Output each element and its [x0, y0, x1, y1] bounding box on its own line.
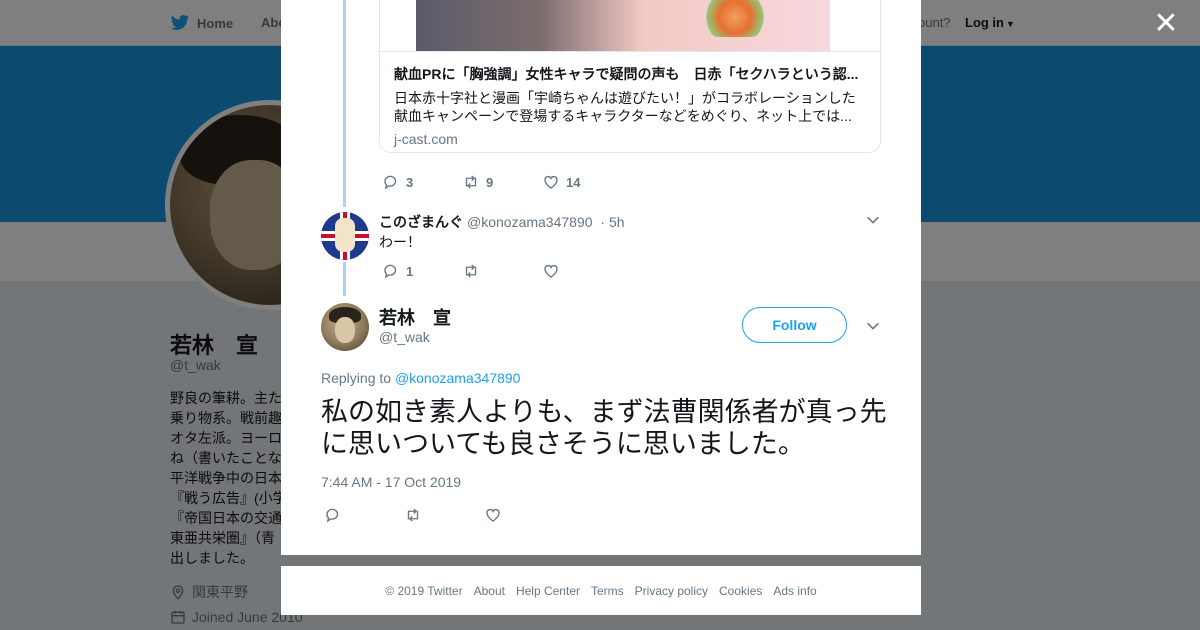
like-button[interactable]	[542, 262, 622, 280]
reply-text: わー！	[379, 234, 421, 250]
footer-links: © 2019 Twitter About Help Center Terms P…	[281, 566, 921, 615]
retweet-button[interactable]: 9	[462, 173, 542, 191]
reply-avatar[interactable]	[321, 212, 369, 260]
main-tweet-author-handle[interactable]: @t_wak	[379, 329, 430, 345]
main-tweet-author-name[interactable]: 若林 宣	[379, 304, 451, 330]
card-body: 献血PRに「胸強調」女性キャラで疑問の声も 日赤「セクハラという認... 日本赤…	[380, 51, 880, 152]
card-description: 日本赤十字社と漫画「宇崎ちゃんは遊びたい！」がコラボレーションした献血キャンペー…	[394, 90, 856, 124]
retweet-button[interactable]	[462, 262, 542, 280]
footer-link-terms[interactable]: Terms	[591, 584, 624, 598]
heart-icon	[486, 508, 500, 522]
reply-author-name: このざまんぐ	[379, 214, 463, 230]
thread-line	[343, 262, 346, 296]
reply-button[interactable]: 1	[382, 262, 462, 280]
main-tweet-avatar[interactable]	[321, 303, 369, 351]
card-title: 献血PRに「胸強調」女性キャラで疑問の声も 日赤「セクハラという認...	[394, 66, 859, 82]
reply-button[interactable]: 3	[382, 173, 462, 191]
retweet-icon	[465, 175, 477, 189]
reply-icon	[384, 264, 397, 279]
reply-author-handle: @konozama347890	[467, 214, 593, 230]
footer-link-privacy[interactable]: Privacy policy	[635, 584, 708, 598]
footer-link-ads-info[interactable]: Ads info	[773, 584, 816, 598]
reply-button[interactable]	[324, 506, 404, 524]
follow-button[interactable]: Follow	[742, 307, 847, 343]
main-tweet-actions	[324, 506, 564, 524]
retweet-icon	[465, 264, 477, 278]
close-icon[interactable]: ✕	[1152, 9, 1180, 39]
heart-icon	[544, 264, 558, 278]
tweet-modal: 献血PRに「胸強調」女性キャラで疑問の声も 日赤「セクハラという認... 日本赤…	[281, 0, 921, 555]
replying-prefix: Replying to	[321, 370, 392, 386]
like-button[interactable]	[484, 506, 564, 524]
reply-tweet-actions: 1	[382, 262, 622, 280]
heart-icon	[544, 175, 558, 189]
reply-author[interactable]: このざまんぐ @konozama347890 · 5h	[379, 212, 625, 232]
reply-icon	[384, 175, 397, 190]
retweet-button[interactable]	[404, 506, 484, 524]
retweet-icon	[407, 508, 419, 522]
parent-tweet-actions: 3 9 14	[382, 173, 622, 191]
main-tweet-timestamp[interactable]: 7:44 AM - 17 Oct 2019	[321, 474, 461, 490]
thread-line	[343, 0, 346, 207]
link-card[interactable]: 献血PRに「胸強調」女性キャラで疑問の声も 日赤「セクハラという認... 日本赤…	[379, 0, 881, 153]
reply-icon	[326, 508, 339, 523]
footer-link-about[interactable]: About	[474, 584, 505, 598]
reply-count: 3	[406, 174, 414, 190]
reply-count: 1	[406, 263, 414, 279]
card-domain: j-cast.com	[394, 131, 458, 147]
like-button[interactable]: 14	[542, 173, 622, 191]
retweet-count: 9	[486, 174, 494, 190]
chevron-down-icon[interactable]	[865, 318, 881, 334]
replying-to: Replying to @konozama347890	[321, 370, 520, 386]
footer-link-help-center[interactable]: Help Center	[516, 584, 580, 598]
reply-time[interactable]: · 5h	[600, 214, 624, 230]
main-tweet-text: 私の如き素人よりも、まず法曹関係者が真っ先に思いついても良さそうに思いました。	[321, 397, 887, 459]
like-count: 14	[566, 174, 581, 190]
chevron-down-icon[interactable]	[865, 212, 881, 228]
footer-link-cookies[interactable]: Cookies	[719, 584, 762, 598]
card-image	[380, 0, 880, 51]
footer-copyright: © 2019 Twitter	[385, 583, 463, 598]
replying-handle-link[interactable]: @konozama347890	[395, 370, 521, 386]
